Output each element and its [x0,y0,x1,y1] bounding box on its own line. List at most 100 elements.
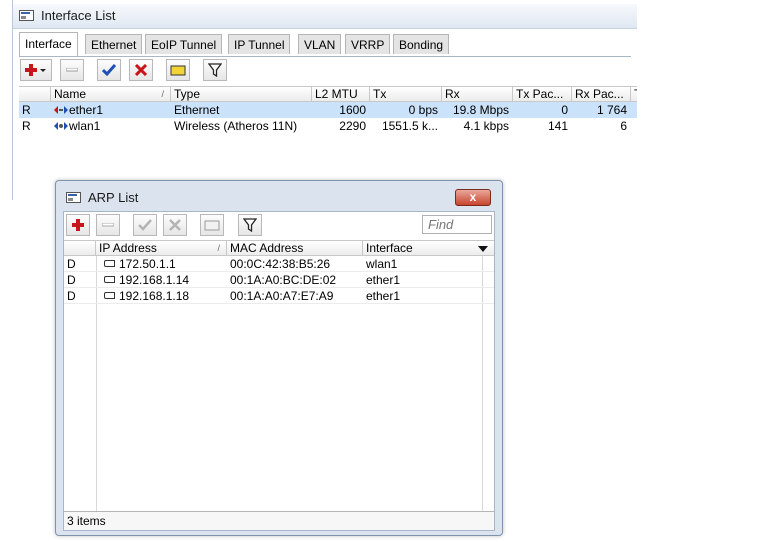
arp-list-body: IP Address / MAC Address Interface D 172… [63,211,495,531]
column-header-tx[interactable]: Tx [370,87,442,102]
column-header-interface[interactable]: Interface [363,241,494,256]
add-button[interactable] [20,59,52,81]
find-input[interactable] [422,215,492,234]
flag-column-header[interactable] [64,241,96,256]
row-ip: 192.168.1.18 [119,289,190,303]
row-name-cell: wlan1 [53,118,171,134]
row-interface: ether1 [366,289,401,303]
close-icon: x [469,190,477,204]
add-icon [25,64,46,76]
row-flag: R [22,119,31,133]
row-name-cell: ether1 [53,102,171,118]
tab-ethernet[interactable]: Ethernet [85,34,143,54]
row-l2mtu: 2290 [339,119,366,133]
interface-tabs: Interface Ethernet EoIP Tunnel IP Tunnel… [19,32,631,57]
filter-button[interactable] [238,214,262,236]
column-header-type[interactable]: Type [171,87,312,102]
row-mac: 00:1A:A0:A7:E7:A9 [230,289,334,303]
tab-vrrp[interactable]: VRRP [345,34,391,54]
column-header-tx-packets[interactable]: Tx Pac... [513,87,572,102]
arp-grid-header: IP Address / MAC Address Interface [64,240,494,256]
interface-list-titlebar[interactable]: Interface List [13,4,637,29]
remove-icon [66,68,78,72]
add-button[interactable] [66,214,90,236]
row-tx: 0 bps [408,103,438,117]
row-type: Wireless (Atheros 11N) [174,119,298,133]
disable-button[interactable] [163,214,187,236]
window-icon [19,10,34,21]
enable-button[interactable] [97,59,121,81]
window-title: Interface List [41,8,116,23]
filter-button[interactable] [203,59,227,81]
column-header-label: Interface [366,241,413,255]
arp-list-titlebar[interactable]: ARP List x [56,181,502,211]
flag-column-header[interactable] [19,87,51,102]
table-row[interactable]: R wlan1 Wireless (Atheros 11N) 2290 1551… [19,118,637,134]
ethernet-port-icon [54,106,68,114]
row-name: ether1 [69,103,104,117]
comment-button[interactable] [166,59,190,81]
table-row[interactable]: D 172.50.1.1 00:0C:42:38:B5:26 wlan1 [64,256,494,272]
ip-address-icon [104,292,115,299]
row-flag: D [67,289,76,303]
row-rx: 4.1 kbps [463,119,509,133]
column-header-l2mtu[interactable]: L2 MTU [312,87,370,102]
column-dropdown-icon[interactable] [478,246,488,252]
remove-button[interactable] [96,214,120,236]
disable-x-icon [169,219,181,231]
table-row[interactable]: R ether1 Ethernet 1600 0 bps 19.8 Mbps 0… [19,102,637,118]
column-header-rx[interactable]: Rx [442,87,513,102]
row-type: Ethernet [174,103,220,117]
enable-check-icon [102,64,116,76]
status-bar: 3 items [64,511,494,530]
tab-bonding[interactable]: Bonding [393,34,450,54]
window-title: ARP List [88,190,139,205]
ip-address-icon [104,260,115,267]
row-ip-cell: 172.50.1.1 [104,256,227,272]
row-flag: R [22,103,31,117]
tab-vlan[interactable]: VLAN [298,34,342,54]
tab-interface[interactable]: Interface [19,32,78,56]
column-header-truncated[interactable]: T [631,87,637,102]
row-mac: 00:0C:42:38:B5:26 [230,257,331,271]
enable-button[interactable] [133,214,157,236]
table-row[interactable]: D 192.168.1.14 00:1A:A0:BC:DE:02 ether1 [64,272,494,288]
interface-grid-header: Name / Type L2 MTU Tx Rx Tx Pac... Rx Pa… [19,86,637,102]
row-rx: 19.8 Mbps [452,103,509,117]
add-icon [72,219,84,231]
comment-button[interactable] [200,214,224,236]
row-tx-packets: 0 [561,103,568,117]
sort-icon: / [217,243,220,253]
table-row[interactable]: D 192.168.1.18 00:1A:A0:A7:E7:A9 ether1 [64,288,494,304]
filter-icon [243,218,257,232]
row-name: wlan1 [69,119,101,133]
close-button[interactable]: x [455,189,491,206]
column-header-mac-address[interactable]: MAC Address [227,241,363,256]
comment-icon [170,65,186,76]
row-ip: 172.50.1.1 [119,257,176,271]
sort-icon: / [161,89,164,99]
disable-button[interactable] [129,59,153,81]
tab-ip-tunnel[interactable]: IP Tunnel [228,34,291,54]
column-header-name[interactable]: Name / [51,87,171,102]
row-interface: ether1 [366,273,401,287]
tab-eoip-tunnel[interactable]: EoIP Tunnel [145,34,223,54]
remove-icon [102,223,114,227]
row-flag: D [67,273,76,287]
row-rx-packets: 1 764 [596,103,627,117]
enable-check-icon [138,219,152,231]
column-header-label: IP Address [99,241,157,255]
row-mac: 00:1A:A0:BC:DE:02 [230,273,337,287]
remove-button[interactable] [60,59,84,81]
window-icon [66,192,81,203]
row-interface: wlan1 [366,257,398,271]
comment-icon [204,220,220,231]
row-ip: 192.168.1.14 [119,273,190,287]
disable-x-icon [135,64,147,76]
row-ip-cell: 192.168.1.14 [104,272,227,288]
column-header-label: Name [54,87,87,101]
arp-list-window: ARP List x Find IP Address / MAC Address… [55,180,503,536]
column-header-rx-packets[interactable]: Rx Pac... [572,87,631,102]
column-header-ip-address[interactable]: IP Address / [96,241,227,256]
row-flag: D [67,257,76,271]
